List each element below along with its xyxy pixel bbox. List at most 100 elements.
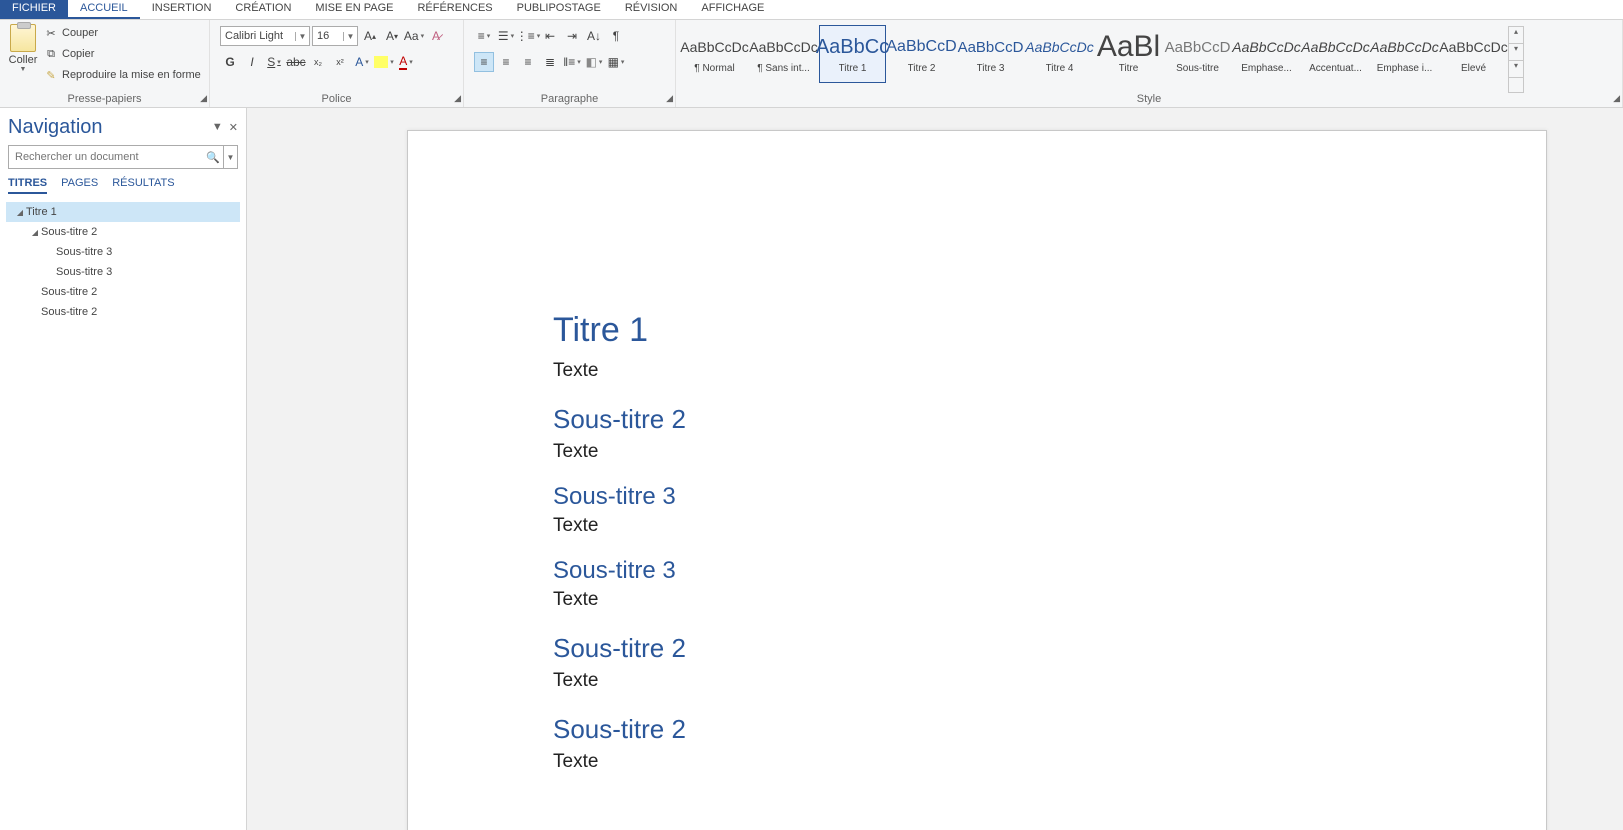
- clear-formatting-button[interactable]: A̷: [426, 26, 446, 46]
- doc-heading-2[interactable]: Sous-titre 2: [553, 633, 1546, 664]
- copy-button[interactable]: ⧉ Copier: [44, 45, 201, 63]
- search-input[interactable]: [9, 146, 203, 168]
- outline-item[interactable]: Sous-titre 3: [6, 242, 240, 262]
- outline-item[interactable]: Sous-titre 2: [6, 282, 240, 302]
- nav-tab-titres[interactable]: TITRES: [8, 177, 47, 194]
- tab-mise en page[interactable]: MISE EN PAGE: [303, 0, 405, 19]
- tab-affichage[interactable]: AFFICHAGE: [689, 0, 776, 19]
- style-item-titre-1[interactable]: AaBbCcTitre 1: [819, 25, 886, 83]
- sort-button[interactable]: A↓: [584, 26, 604, 46]
- font-color-button[interactable]: A: [396, 52, 416, 72]
- shrink-font-button[interactable]: A▾: [382, 26, 402, 46]
- clipboard-launcher[interactable]: ◢: [195, 93, 207, 105]
- nav-options-button[interactable]: ▼: [212, 121, 223, 134]
- tab-révision[interactable]: RÉVISION: [613, 0, 690, 19]
- highlight-button[interactable]: [374, 52, 394, 72]
- search-icon[interactable]: 🔍: [203, 146, 223, 168]
- underline-button[interactable]: S: [264, 52, 284, 72]
- tab-publipostage[interactable]: PUBLIPOSTAGE: [505, 0, 613, 19]
- chevron-down-icon[interactable]: ▼: [295, 32, 309, 41]
- chevron-down-icon[interactable]: ▼: [343, 32, 357, 41]
- document-area[interactable]: Titre 1 Texte Sous-titre 2 Texte Sous-titre …: [247, 108, 1623, 830]
- outline-item[interactable]: Sous-titre 2: [6, 302, 240, 322]
- nav-tab-résultats[interactable]: RÉSULTATS: [112, 177, 174, 194]
- cut-button[interactable]: ✂ Couper: [44, 24, 201, 42]
- subscript-button[interactable]: x₂: [308, 52, 328, 72]
- style-item-emphase-[interactable]: AaBbCcDcEmphase...: [1233, 25, 1300, 83]
- doc-heading-3[interactable]: Sous-titre 3: [553, 557, 1546, 585]
- outline-item[interactable]: ◢Titre 1: [6, 202, 240, 222]
- tab-références[interactable]: RÉFÉRENCES: [405, 0, 504, 19]
- tab-création[interactable]: CRÉATION: [223, 0, 303, 19]
- outline-label: Sous-titre 2: [41, 306, 97, 318]
- superscript-button[interactable]: x²: [330, 52, 350, 72]
- outline-item[interactable]: Sous-titre 3: [6, 262, 240, 282]
- decrease-indent-button[interactable]: ⇤: [540, 26, 560, 46]
- paragraph-launcher[interactable]: ◢: [661, 93, 673, 105]
- align-left-button[interactable]: ≡: [474, 52, 494, 72]
- search-options-button[interactable]: ▼: [223, 146, 237, 168]
- style-item-titre-4[interactable]: AaBbCcDcTitre 4: [1026, 25, 1093, 83]
- italic-button[interactable]: I: [242, 52, 262, 72]
- style-item-titre-2[interactable]: AaBbCcDTitre 2: [888, 25, 955, 83]
- font-size-combo[interactable]: 16 ▼: [312, 26, 358, 46]
- style-item--sans-int-[interactable]: AaBbCcDc¶ Sans int...: [750, 25, 817, 83]
- format-painter-button[interactable]: ✎ Reproduire la mise en forme: [44, 66, 201, 84]
- font-name-combo[interactable]: Calibri Light ▼: [220, 26, 310, 46]
- doc-heading-2[interactable]: Sous-titre 2: [553, 714, 1546, 745]
- change-case-button[interactable]: Aa: [404, 26, 424, 46]
- doc-paragraph[interactable]: Texte: [553, 441, 1546, 463]
- doc-paragraph[interactable]: Texte: [553, 360, 1546, 382]
- bullets-button[interactable]: ≡: [474, 26, 494, 46]
- nav-search[interactable]: 🔍 ▼: [8, 145, 238, 169]
- shading-button[interactable]: ◧: [584, 52, 604, 72]
- strikethrough-button[interactable]: abc: [286, 52, 306, 72]
- align-justify-button[interactable]: ≣: [540, 52, 560, 72]
- align-right-button[interactable]: ≡: [518, 52, 538, 72]
- paste-button[interactable]: Coller ▼: [4, 22, 42, 73]
- doc-heading-3[interactable]: Sous-titre 3: [553, 483, 1546, 511]
- nav-tab-pages[interactable]: PAGES: [61, 177, 98, 194]
- style-item--lev-[interactable]: AaBbCcDcÉlevé: [1440, 25, 1507, 83]
- document-page[interactable]: Titre 1 Texte Sous-titre 2 Texte Sous-titre …: [407, 130, 1547, 830]
- increase-indent-button[interactable]: ⇥: [562, 26, 582, 46]
- style-name: Élevé: [1461, 63, 1486, 74]
- style-item-titre[interactable]: AaBlTitre: [1095, 25, 1162, 83]
- style-item-accentuat-[interactable]: AaBbCcDcAccentuat...: [1302, 25, 1369, 83]
- styles-row-up-button[interactable]: ▴: [1509, 27, 1523, 44]
- style-item-titre-3[interactable]: AaBbCcDTitre 3: [957, 25, 1024, 83]
- text-effects-button[interactable]: A: [352, 52, 372, 72]
- collapse-icon[interactable]: ◢: [14, 208, 26, 217]
- nav-close-button[interactable]: ✕: [229, 121, 238, 134]
- tab-file[interactable]: FICHIER: [0, 0, 68, 19]
- numbering-button[interactable]: ☰: [496, 26, 516, 46]
- doc-paragraph[interactable]: Texte: [553, 515, 1546, 537]
- font-launcher[interactable]: ◢: [449, 93, 461, 105]
- doc-heading-1[interactable]: Titre 1: [553, 311, 1546, 350]
- styles-expand-button[interactable]: ▾: [1509, 61, 1523, 78]
- style-preview: AaBbCcDc: [1370, 34, 1438, 60]
- style-item-sous-titre[interactable]: AaBbCcDSous-titre: [1164, 25, 1231, 83]
- collapse-icon[interactable]: ◢: [29, 228, 41, 237]
- style-item-emphase-i-[interactable]: AaBbCcDcEmphase i...: [1371, 25, 1438, 83]
- bold-button[interactable]: G: [220, 52, 240, 72]
- show-marks-button[interactable]: ¶: [606, 26, 626, 46]
- outline-item[interactable]: ◢Sous-titre 2: [6, 222, 240, 242]
- doc-paragraph[interactable]: Texte: [553, 670, 1546, 692]
- doc-heading-2[interactable]: Sous-titre 2: [553, 404, 1546, 435]
- tab-insertion[interactable]: INSERTION: [140, 0, 224, 19]
- style-item--normal[interactable]: AaBbCcDc¶ Normal: [681, 25, 748, 83]
- style-preview: AaBbCcDc: [680, 34, 748, 60]
- nav-tabs: TITRES PAGES RÉSULTATS: [6, 177, 240, 198]
- multilevel-list-button[interactable]: ⋮≡: [518, 26, 538, 46]
- borders-button[interactable]: ▦: [606, 52, 626, 72]
- styles-row-down-button[interactable]: ▾: [1509, 44, 1523, 61]
- align-center-button[interactable]: ≡: [496, 52, 516, 72]
- grow-font-button[interactable]: A▴: [360, 26, 380, 46]
- tab-accueil[interactable]: ACCUEIL: [68, 0, 140, 19]
- styles-launcher[interactable]: ◢: [1608, 93, 1620, 105]
- doc-paragraph[interactable]: Texte: [553, 751, 1546, 773]
- line-spacing-button[interactable]: ‖≡: [562, 52, 582, 72]
- doc-paragraph[interactable]: Texte: [553, 589, 1546, 611]
- style-name: Titre 4: [1046, 63, 1074, 74]
